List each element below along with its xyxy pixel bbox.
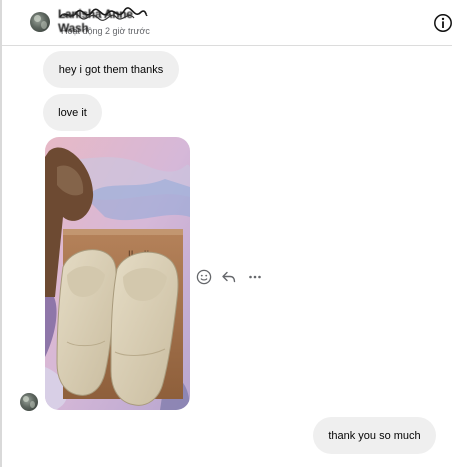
- info-icon[interactable]: [433, 13, 452, 33]
- message-photo[interactable]: ║ ║: [45, 137, 190, 410]
- my-message-bubble[interactable]: thank you so much: [313, 417, 436, 454]
- more-icon[interactable]: [246, 268, 264, 286]
- message-actions: [195, 268, 265, 288]
- message-text: thank you so much: [328, 429, 421, 442]
- contact-avatar[interactable]: [30, 12, 50, 32]
- sandals-photo-image: ║ ║: [45, 137, 190, 410]
- name-scribble-mark: [59, 7, 148, 21]
- window-left-border: [0, 0, 2, 467]
- reply-icon[interactable]: [220, 268, 238, 286]
- message-bubble[interactable]: hey i got them thanks: [43, 51, 179, 88]
- sender-avatar[interactable]: [20, 393, 38, 411]
- message-text: love it: [58, 106, 87, 119]
- contact-name-area[interactable]: Lanisha Anne Wash: [58, 7, 148, 35]
- message-text: hey i got them thanks: [58, 63, 164, 76]
- smiley-icon[interactable]: [195, 268, 213, 286]
- message-bubble[interactable]: love it: [43, 94, 102, 131]
- chat-header: Lanisha Anne Wash Hoạt động 2 giờ trước: [2, 0, 452, 46]
